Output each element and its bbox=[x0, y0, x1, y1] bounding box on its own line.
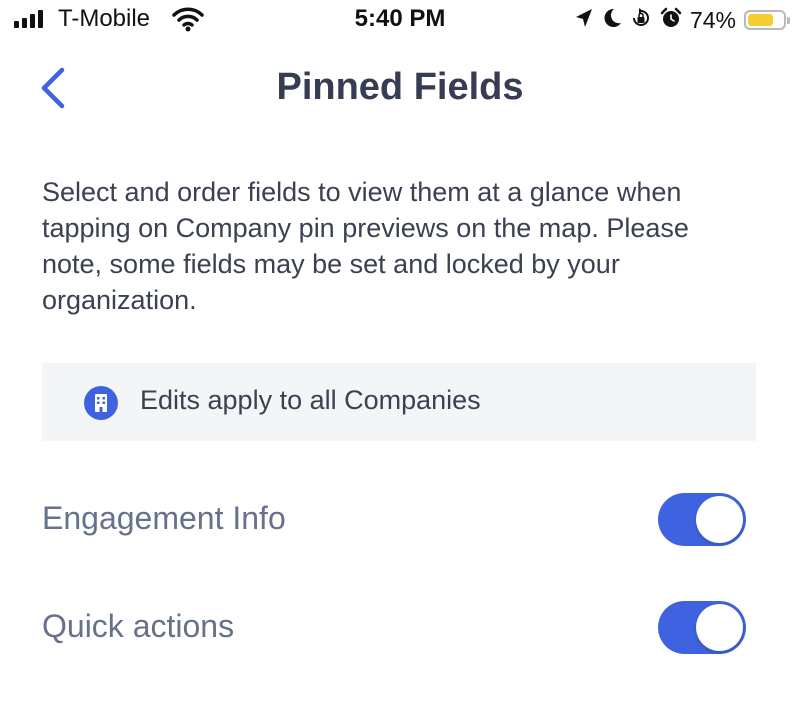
status-indicators: 74% bbox=[574, 4, 790, 36]
engagement-info-toggle[interactable] bbox=[658, 493, 746, 546]
toggle-knob bbox=[696, 496, 743, 543]
battery-percent: 74% bbox=[689, 6, 736, 33]
battery-icon bbox=[744, 10, 790, 30]
navigation-bar: Pinned Fields bbox=[0, 56, 800, 126]
orientation-lock-icon bbox=[630, 7, 652, 34]
toggle-knob bbox=[696, 604, 743, 651]
page-title: Pinned Fields bbox=[276, 66, 524, 108]
alarm-icon bbox=[660, 7, 682, 34]
field-row-engagement-info: Engagement Info bbox=[42, 484, 756, 554]
moon-icon bbox=[602, 7, 622, 34]
notice-banner: Edits apply to all Companies bbox=[42, 363, 756, 441]
field-label: Quick actions bbox=[42, 608, 235, 644]
field-row-quick-actions: Quick actions bbox=[42, 592, 756, 662]
building-icon bbox=[84, 386, 118, 420]
quick-actions-toggle[interactable] bbox=[658, 601, 746, 654]
location-arrow-icon bbox=[574, 7, 594, 34]
notice-text: Edits apply to all Companies bbox=[140, 385, 481, 415]
status-bar: T-Mobile 5:40 PM 74% bbox=[0, 0, 800, 40]
field-label: Engagement Info bbox=[42, 500, 286, 536]
description-text: Select and order fields to view them at … bbox=[42, 177, 689, 315]
